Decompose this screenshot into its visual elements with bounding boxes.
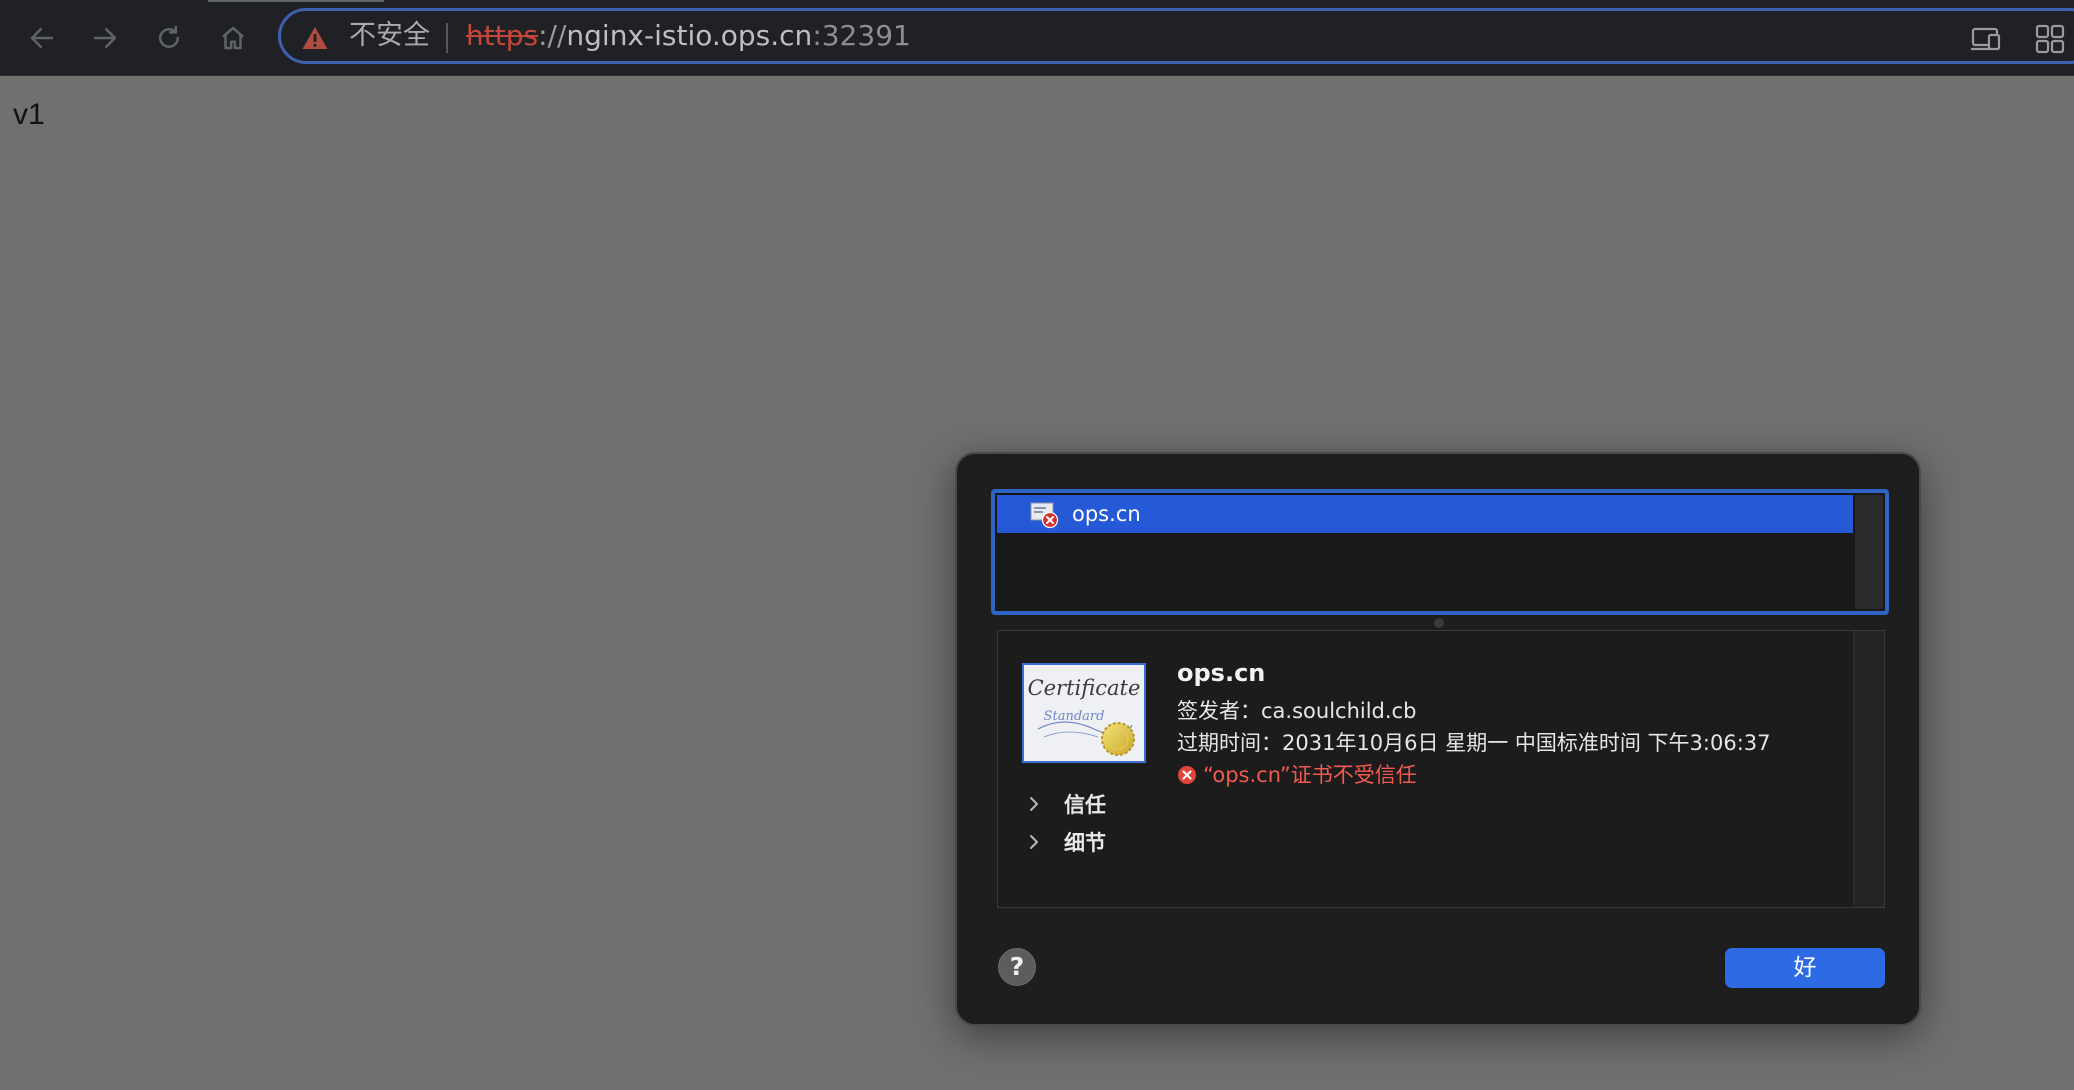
certificate-list[interactable]: ops.cn (991, 489, 1889, 615)
certificate-issuer: 签发者：ca.soulchild.cb (1177, 699, 1417, 723)
badge-title-text: Certificate (1028, 676, 1141, 700)
chevron-right-icon (1030, 797, 1038, 811)
trust-disclosure[interactable]: 信任 (1026, 789, 1106, 819)
security-status-label[interactable]: 不安全 (349, 19, 430, 53)
cast-icon[interactable] (1969, 21, 2005, 57)
url-scheme: https (466, 19, 539, 52)
badge-subtitle-text: Standard (1044, 709, 1105, 724)
reload-icon (159, 25, 179, 48)
active-tab-indicator (208, 0, 384, 2)
page-body-text: v1 (13, 98, 45, 131)
browser-toolbar: 不安全 https://nginx-istio.ops.cn:32391 (0, 0, 2074, 76)
omnibox-divider (446, 23, 448, 53)
home-icon (222, 26, 244, 50)
forward-button[interactable] (84, 17, 126, 59)
back-button[interactable] (21, 17, 63, 59)
certificate-expiry: 过期时间：2031年10月6日 星期一 中国标准时间 下午3:06:37 (1177, 731, 1771, 755)
forward-icon (93, 28, 117, 48)
split-view-handle[interactable] (1434, 618, 1444, 628)
certificate-detail-scrollbar[interactable] (1853, 631, 1884, 907)
error-icon (1178, 766, 1196, 784)
certificate-badge-icon: Certificate Standard (1022, 663, 1146, 763)
certificate-trust-error-text: “ops.cn”证书不受信任 (1203, 763, 1417, 787)
certificate-dialog: ops.cn Certificate Standard ops.cn 签发者：c… (955, 452, 1921, 1026)
certificate-list-item-label: ops.cn (1072, 502, 1141, 526)
url-port: :32391 (812, 19, 911, 52)
ok-button[interactable]: 好 (1725, 948, 1885, 988)
home-button[interactable] (212, 17, 254, 59)
reload-button[interactable] (148, 17, 190, 59)
address-bar[interactable]: 不安全 https://nginx-istio.ops.cn:32391 (278, 8, 2074, 64)
url-host: nginx-istio.ops.cn (566, 19, 813, 52)
extensions-icon[interactable] (2032, 21, 2068, 57)
certificate-name: ops.cn (1177, 659, 1266, 687)
certificate-list-item[interactable]: ops.cn (997, 495, 1853, 533)
certificate-list-scrollbar[interactable] (1855, 495, 1883, 609)
url-text[interactable]: https://nginx-istio.ops.cn:32391 (466, 19, 911, 53)
warning-icon[interactable] (301, 25, 329, 51)
help-button[interactable]: ? (998, 948, 1036, 986)
details-disclosure[interactable]: 细节 (1026, 827, 1106, 857)
certificate-error-icon (1030, 502, 1059, 529)
back-icon (30, 28, 54, 48)
trust-disclosure-label: 信任 (1064, 793, 1106, 817)
chevron-right-icon (1030, 835, 1038, 849)
details-disclosure-label: 细节 (1064, 831, 1106, 855)
certificate-detail-pane: Certificate Standard ops.cn 签发者：ca.soulc… (997, 630, 1885, 908)
url-separator: :// (538, 19, 567, 52)
certificate-trust-error: “ops.cn”证书不受信任 (1177, 759, 1417, 789)
